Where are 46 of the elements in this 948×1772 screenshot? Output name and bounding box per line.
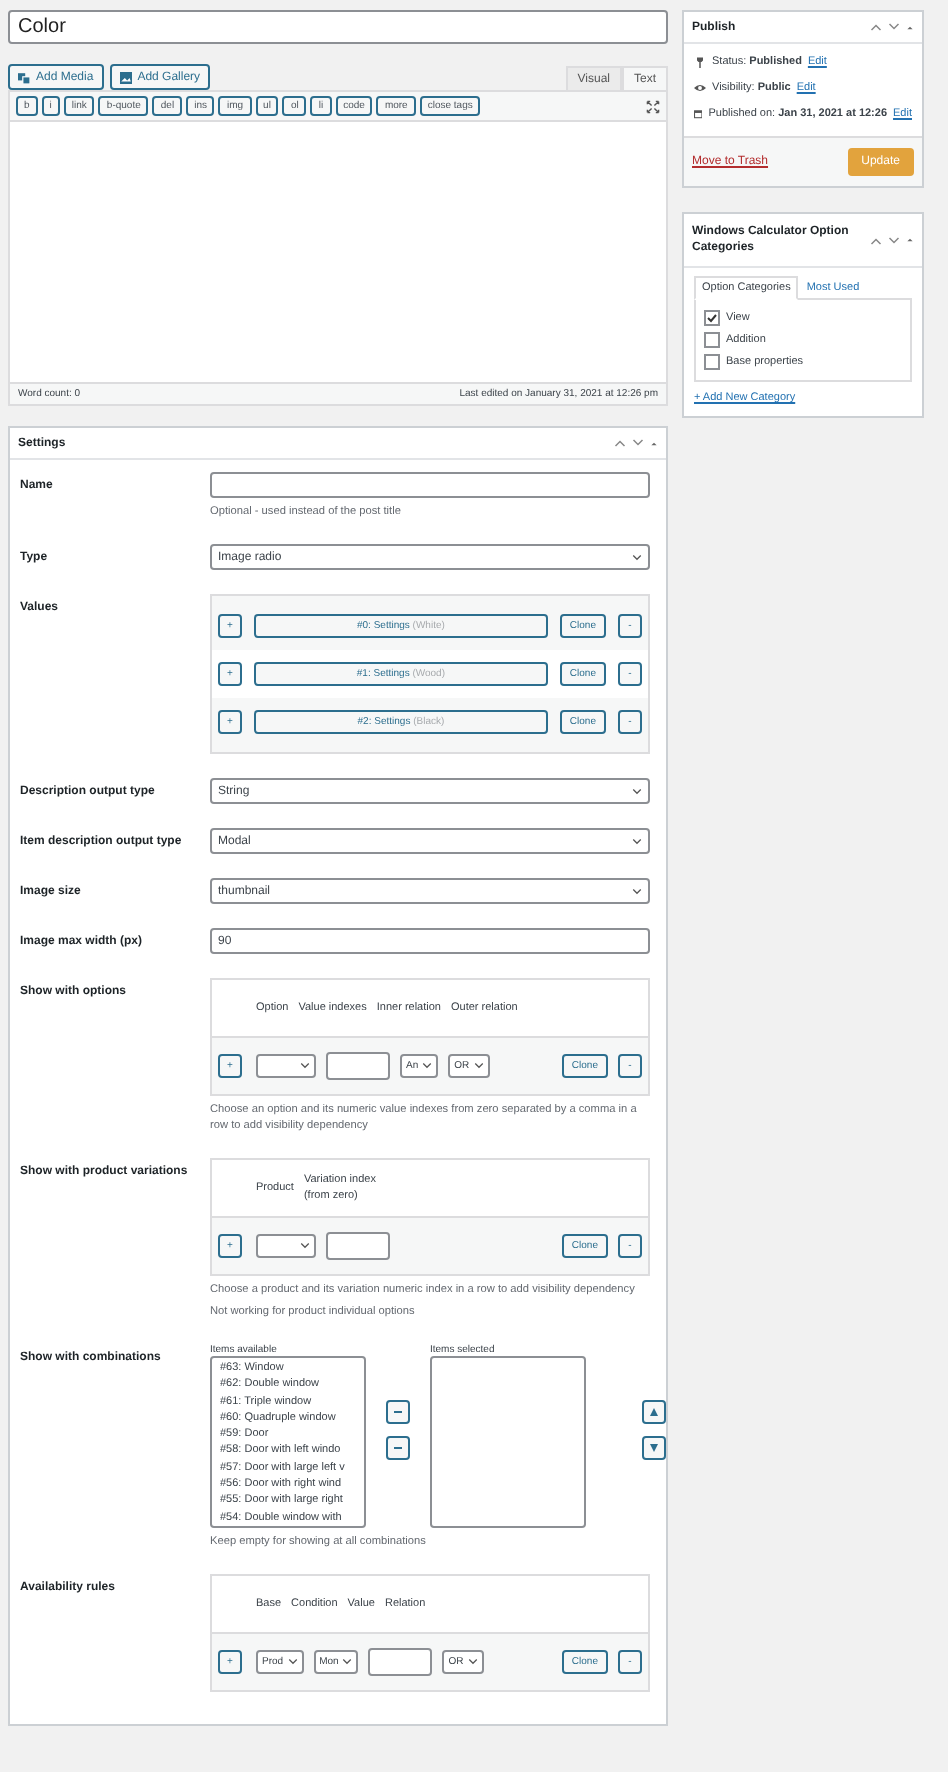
pin-icon — [694, 56, 706, 68]
chevron-down-icon — [632, 837, 642, 845]
select-field[interactable] — [256, 1234, 316, 1258]
media-icon — [18, 71, 30, 83]
eye-icon — [694, 82, 706, 94]
chevron-down-icon — [632, 553, 642, 561]
available-list[interactable] — [210, 1356, 366, 1528]
title-field[interactable]: Color — [8, 10, 668, 44]
chevron-down-icon — [632, 787, 642, 795]
chevron-down-icon — [467, 1658, 478, 1666]
chevron-down-icon — [342, 1658, 353, 1666]
checkbox[interactable] — [704, 332, 720, 348]
move-up-icon[interactable] — [614, 438, 626, 448]
remove-item-button[interactable] — [386, 1436, 410, 1460]
chevron-down-icon — [287, 1658, 298, 1666]
fullscreen-icon[interactable] — [646, 99, 660, 113]
select-field[interactable] — [256, 1054, 316, 1078]
collapse-icon[interactable] — [906, 23, 914, 31]
move-up-icon[interactable] — [870, 22, 882, 32]
text-field[interactable] — [326, 1052, 390, 1080]
chevron-down-icon — [300, 1242, 310, 1250]
dash-icon — [392, 1406, 404, 1418]
move-up-button[interactable] — [642, 1400, 666, 1424]
collapse-icon[interactable] — [650, 439, 658, 447]
checkbox[interactable] — [704, 310, 720, 326]
move-down-button[interactable] — [642, 1436, 666, 1460]
move-up-icon[interactable] — [870, 235, 882, 245]
chevron-down-icon — [632, 887, 642, 895]
selected-list[interactable] — [430, 1356, 586, 1528]
collapse-icon[interactable] — [906, 236, 914, 244]
text-field[interactable] — [326, 1232, 390, 1260]
chevron-down-icon — [473, 1062, 484, 1070]
triangle-down-icon — [648, 1442, 660, 1454]
gallery-icon — [119, 71, 132, 83]
text-field[interactable] — [210, 472, 650, 498]
chevron-down-icon — [422, 1062, 433, 1070]
move-down-icon[interactable] — [632, 438, 644, 448]
dash-icon — [392, 1442, 404, 1454]
move-down-icon[interactable] — [888, 22, 900, 32]
text-field[interactable] — [368, 1648, 433, 1676]
calendar-icon — [694, 108, 703, 120]
triangle-up-icon — [648, 1406, 660, 1418]
move-down-icon[interactable] — [888, 235, 900, 245]
add-item-button[interactable] — [386, 1400, 410, 1424]
checkbox[interactable] — [704, 354, 720, 370]
chevron-down-icon — [300, 1062, 310, 1070]
